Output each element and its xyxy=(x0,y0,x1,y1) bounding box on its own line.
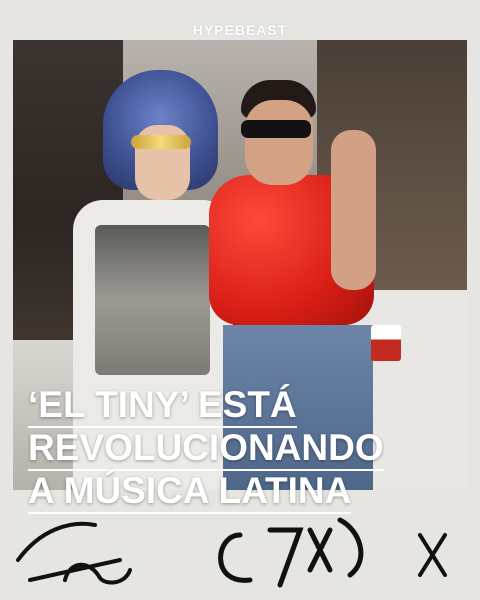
headline-line-3: A MÚSICA LATINA xyxy=(28,470,352,514)
headline-line-2: REVOLUCIONANDO xyxy=(28,427,384,471)
person-right-face xyxy=(245,100,313,185)
graphic-tshirt-print xyxy=(95,225,210,375)
black-sunglasses xyxy=(241,120,311,138)
coffee-cup xyxy=(371,325,401,361)
headline: ‘EL TINY’ ESTÁ REVOLUCIONANDO A MÚSICA L… xyxy=(28,383,468,514)
peace-sign-arm xyxy=(331,130,376,290)
headline-line-1: ‘EL TINY’ ESTÁ xyxy=(28,384,297,428)
brand-logo: HYPEBEAST xyxy=(192,22,288,38)
gold-sunglasses xyxy=(131,135,191,149)
